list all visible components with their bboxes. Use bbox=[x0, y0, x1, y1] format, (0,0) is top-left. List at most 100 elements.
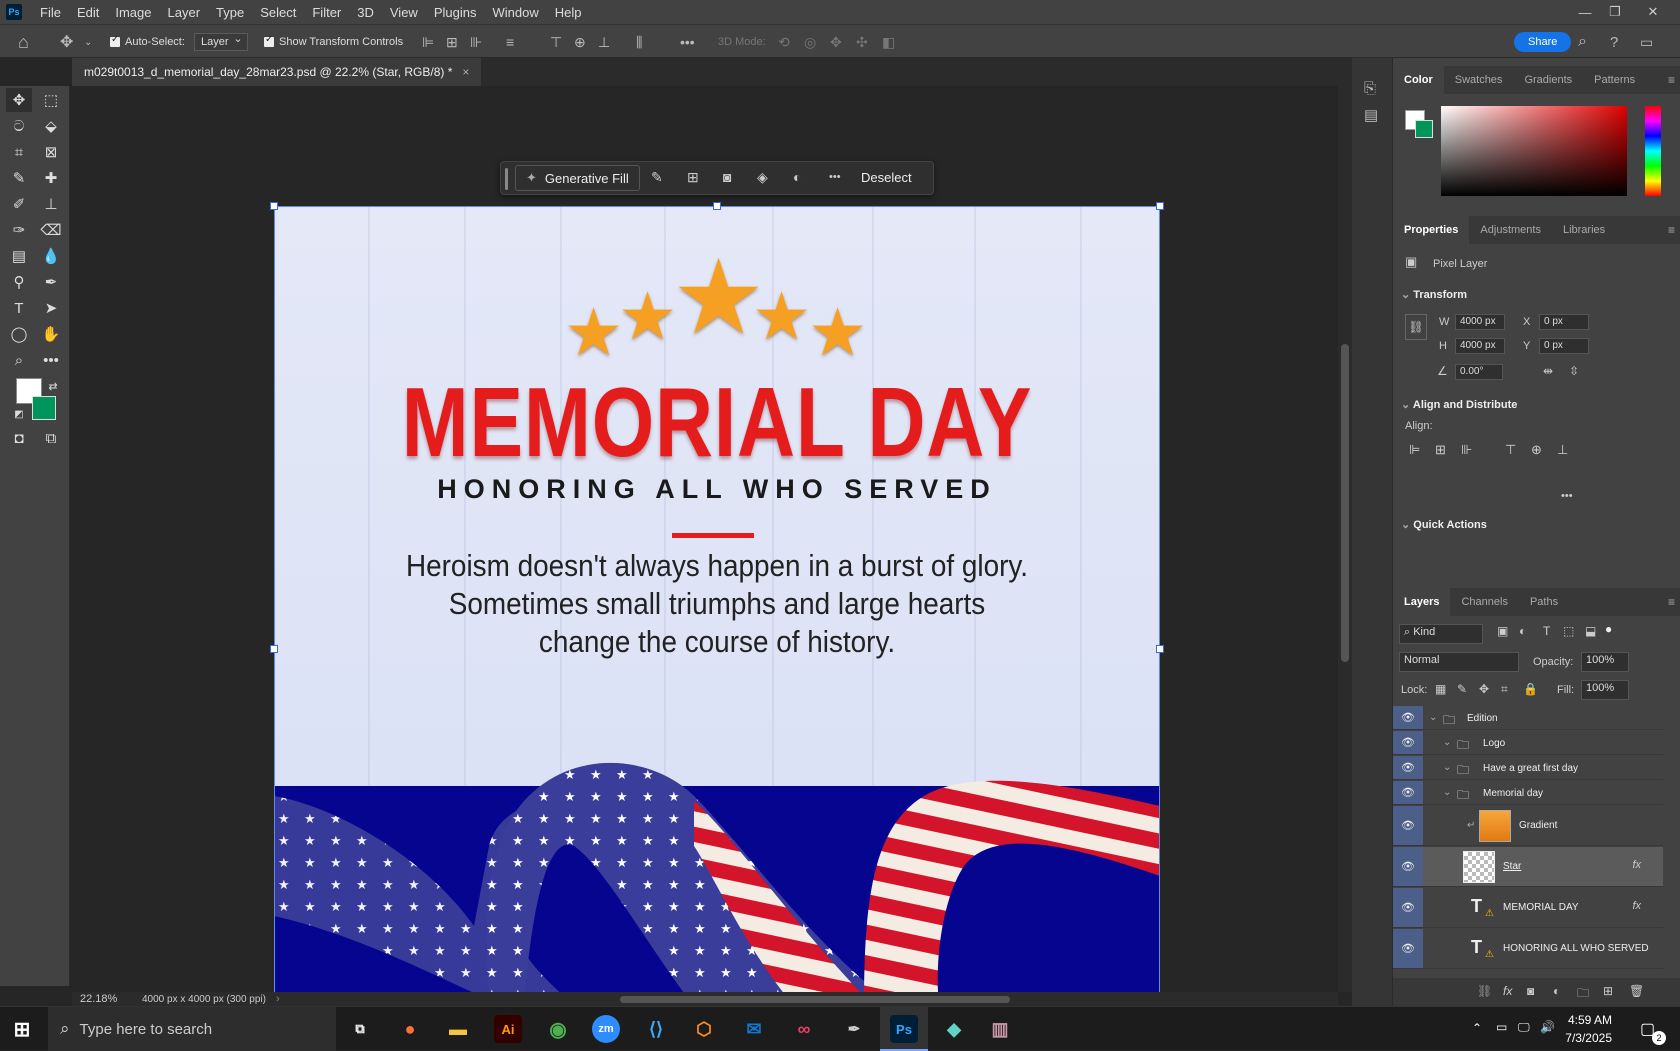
adjustment-icon[interactable]: ◐ bbox=[793, 169, 801, 185]
background-color-swatch[interactable] bbox=[32, 396, 56, 420]
deselect-button[interactable]: Deselect bbox=[861, 170, 912, 185]
brush-tool-icon[interactable]: ✐ bbox=[6, 192, 32, 216]
blend-mode-dropdown[interactable]: Normal bbox=[1399, 652, 1519, 672]
tab-patterns[interactable]: Patterns bbox=[1583, 66, 1646, 94]
hue-slider[interactable] bbox=[1645, 106, 1661, 196]
width-input[interactable]: 4000 px bbox=[1455, 314, 1505, 330]
3d-orbit-icon[interactable]: ⟲ bbox=[778, 25, 790, 59]
tab-gradients[interactable]: Gradients bbox=[1513, 66, 1583, 94]
lock-position-icon[interactable]: ✥ bbox=[1479, 682, 1489, 696]
gradient-tool-icon[interactable]: ▤ bbox=[6, 244, 32, 268]
layer-name[interactable]: Logo bbox=[1483, 738, 1505, 749]
layer-effects-icon[interactable]: fx bbox=[1632, 859, 1641, 871]
layer-name[interactable]: Have a great first day bbox=[1483, 763, 1578, 774]
menu-filter[interactable]: Filter bbox=[304, 5, 349, 20]
align-more-icon[interactable]: ••• bbox=[1561, 490, 1573, 502]
type-tool-icon[interactable]: T bbox=[6, 296, 32, 320]
chevron-down-icon[interactable]: ⌄ bbox=[1429, 712, 1437, 723]
more-tools-icon[interactable]: ••• bbox=[38, 348, 64, 372]
creative-cloud-icon[interactable]: ∞ bbox=[790, 1015, 818, 1043]
tab-libraries[interactable]: Libraries bbox=[1552, 216, 1616, 244]
flip-horizontal-icon[interactable]: ⇹ bbox=[1543, 364, 1553, 378]
eye-icon[interactable]: 👁 bbox=[1393, 806, 1423, 845]
ellipse-tool-icon[interactable]: ◯ bbox=[6, 322, 32, 346]
move-tool-icon[interactable]: ✥ bbox=[60, 25, 73, 59]
drag-handle[interactable] bbox=[505, 168, 508, 190]
lock-artboard-icon[interactable]: ⌗ bbox=[1501, 682, 1508, 697]
layer-name[interactable]: Gradient bbox=[1519, 820, 1557, 831]
help-icon[interactable]: ? bbox=[1610, 25, 1618, 59]
pen-app-icon[interactable]: ✒ bbox=[840, 1015, 868, 1043]
zoom-app-icon[interactable]: zm bbox=[592, 1015, 620, 1043]
3d-pan-icon[interactable]: ✥ bbox=[830, 25, 842, 59]
eye-icon[interactable]: 👁 bbox=[1393, 888, 1423, 927]
align-right-icon[interactable]: ⊪ bbox=[470, 25, 482, 59]
auto-select-checkbox[interactable]: Auto-Select: bbox=[110, 25, 185, 59]
firefox-icon[interactable]: ● bbox=[396, 1015, 424, 1043]
illustrator-icon[interactable]: Ai bbox=[494, 1015, 522, 1043]
crop-tool-icon[interactable]: ⌗ bbox=[6, 140, 32, 164]
healing-brush-icon[interactable]: ✚ bbox=[38, 166, 64, 190]
transform-icon[interactable]: ⊞ bbox=[687, 169, 699, 186]
new-adjustment-icon[interactable]: ◐ bbox=[1553, 984, 1560, 998]
add-style-icon[interactable]: fx bbox=[1503, 984, 1512, 998]
transform-handle[interactable] bbox=[1156, 202, 1164, 210]
share-button[interactable]: Share bbox=[1514, 32, 1572, 52]
layer-row[interactable]: 👁 T ⚠ MEMORIAL DAY fx bbox=[1393, 888, 1663, 928]
generative-fill-button[interactable]: ✦ Generative Fill bbox=[515, 165, 640, 191]
align-top-icon[interactable]: ⊤ bbox=[550, 25, 562, 59]
align-top-icon[interactable]: ⊤ bbox=[1505, 442, 1516, 458]
zoom-level[interactable]: 22.18% bbox=[80, 993, 142, 1005]
layer-filter-dropdown[interactable]: ⌕ Kind bbox=[1399, 624, 1483, 644]
layer-name[interactable]: MEMORIAL DAY bbox=[1503, 902, 1579, 913]
dodge-tool-icon[interactable]: ⚲ bbox=[6, 270, 32, 294]
document-tab[interactable]: m029t0013_d_memorial_day_28mar23.psd @ 2… bbox=[72, 58, 482, 86]
outlook-icon[interactable]: ✉ bbox=[740, 1015, 768, 1043]
delete-layer-icon[interactable]: 🗑 bbox=[1629, 984, 1644, 998]
photoshop-taskbar-icon[interactable]: Ps bbox=[890, 1015, 918, 1043]
3d-roll-icon[interactable]: ◎ bbox=[804, 25, 816, 59]
lasso-tool-icon[interactable]: ට bbox=[6, 114, 32, 138]
quick-mask-icon[interactable]: ◘ bbox=[6, 426, 32, 450]
layer-row[interactable]: 👁 ↵ Gradient bbox=[1393, 806, 1663, 846]
3d-camera-icon[interactable]: ◧ bbox=[882, 25, 895, 59]
eraser-tool-icon[interactable]: ⌫ bbox=[38, 218, 64, 242]
eye-icon[interactable]: 👁 bbox=[1393, 731, 1423, 754]
align-bottom-icon[interactable]: ⊥ bbox=[598, 25, 610, 59]
task-view-icon[interactable]: ⧉ bbox=[346, 1015, 374, 1043]
angle-input[interactable]: 0.00° bbox=[1455, 364, 1503, 380]
eye-icon[interactable]: 👁 bbox=[1393, 781, 1423, 804]
align-middle-icon[interactable]: ⊕ bbox=[1531, 442, 1542, 458]
y-input[interactable]: 0 px bbox=[1539, 338, 1589, 354]
align-left-icon[interactable]: ⊫ bbox=[422, 25, 434, 59]
chevron-up-icon[interactable]: ⌃ bbox=[1472, 1021, 1482, 1035]
layer-row[interactable]: 👁 T ⚠ HONORING ALL WHO SERVED bbox=[1393, 929, 1663, 969]
align-middle-icon[interactable]: ⊕ bbox=[574, 25, 586, 59]
filter-smart-object-icon[interactable]: ⬓ bbox=[1585, 624, 1596, 638]
default-colors-icon[interactable]: ◩ bbox=[6, 402, 32, 426]
checkbox-icon[interactable] bbox=[264, 34, 274, 47]
filter-type-icon[interactable]: T bbox=[1543, 624, 1550, 638]
height-input[interactable]: 4000 px bbox=[1455, 338, 1505, 354]
lock-pixels-icon[interactable]: ✎ bbox=[1457, 682, 1467, 696]
menu-edit[interactable]: Edit bbox=[69, 5, 107, 20]
archive-icon[interactable]: ▥ bbox=[986, 1015, 1014, 1043]
color-field[interactable] bbox=[1441, 106, 1627, 196]
tab-color[interactable]: Color bbox=[1393, 66, 1444, 94]
layer-row[interactable]: 👁 ⌄ 🗀 Have a great first day bbox=[1393, 756, 1663, 780]
filter-pixel-icon[interactable]: ▣ bbox=[1497, 624, 1508, 638]
frame-tool-icon[interactable]: ⊠ bbox=[38, 140, 64, 164]
distribute-vertical-icon[interactable]: ⫼ bbox=[636, 25, 642, 59]
show-transform-checkbox[interactable]: Show Transform Controls bbox=[264, 25, 403, 59]
eyedropper-icon[interactable]: ✎ bbox=[6, 166, 32, 190]
vertical-scrollbar[interactable] bbox=[1338, 86, 1352, 992]
fill-input[interactable]: 100% bbox=[1581, 680, 1629, 700]
chevron-down-icon[interactable]: ⌄ bbox=[1401, 399, 1413, 411]
chevron-down-icon[interactable]: ⌄ bbox=[1443, 787, 1451, 798]
path-select-icon[interactable]: ➤ bbox=[38, 296, 64, 320]
close-icon[interactable]: ✕ bbox=[1638, 0, 1668, 24]
more-icon[interactable]: ••• bbox=[829, 171, 841, 183]
comments-icon[interactable]: ▤ bbox=[1364, 106, 1378, 124]
layer-name[interactable]: Star bbox=[1503, 861, 1521, 872]
layer-row[interactable]: 👁 ⌄ 🗀 Logo bbox=[1393, 731, 1663, 755]
